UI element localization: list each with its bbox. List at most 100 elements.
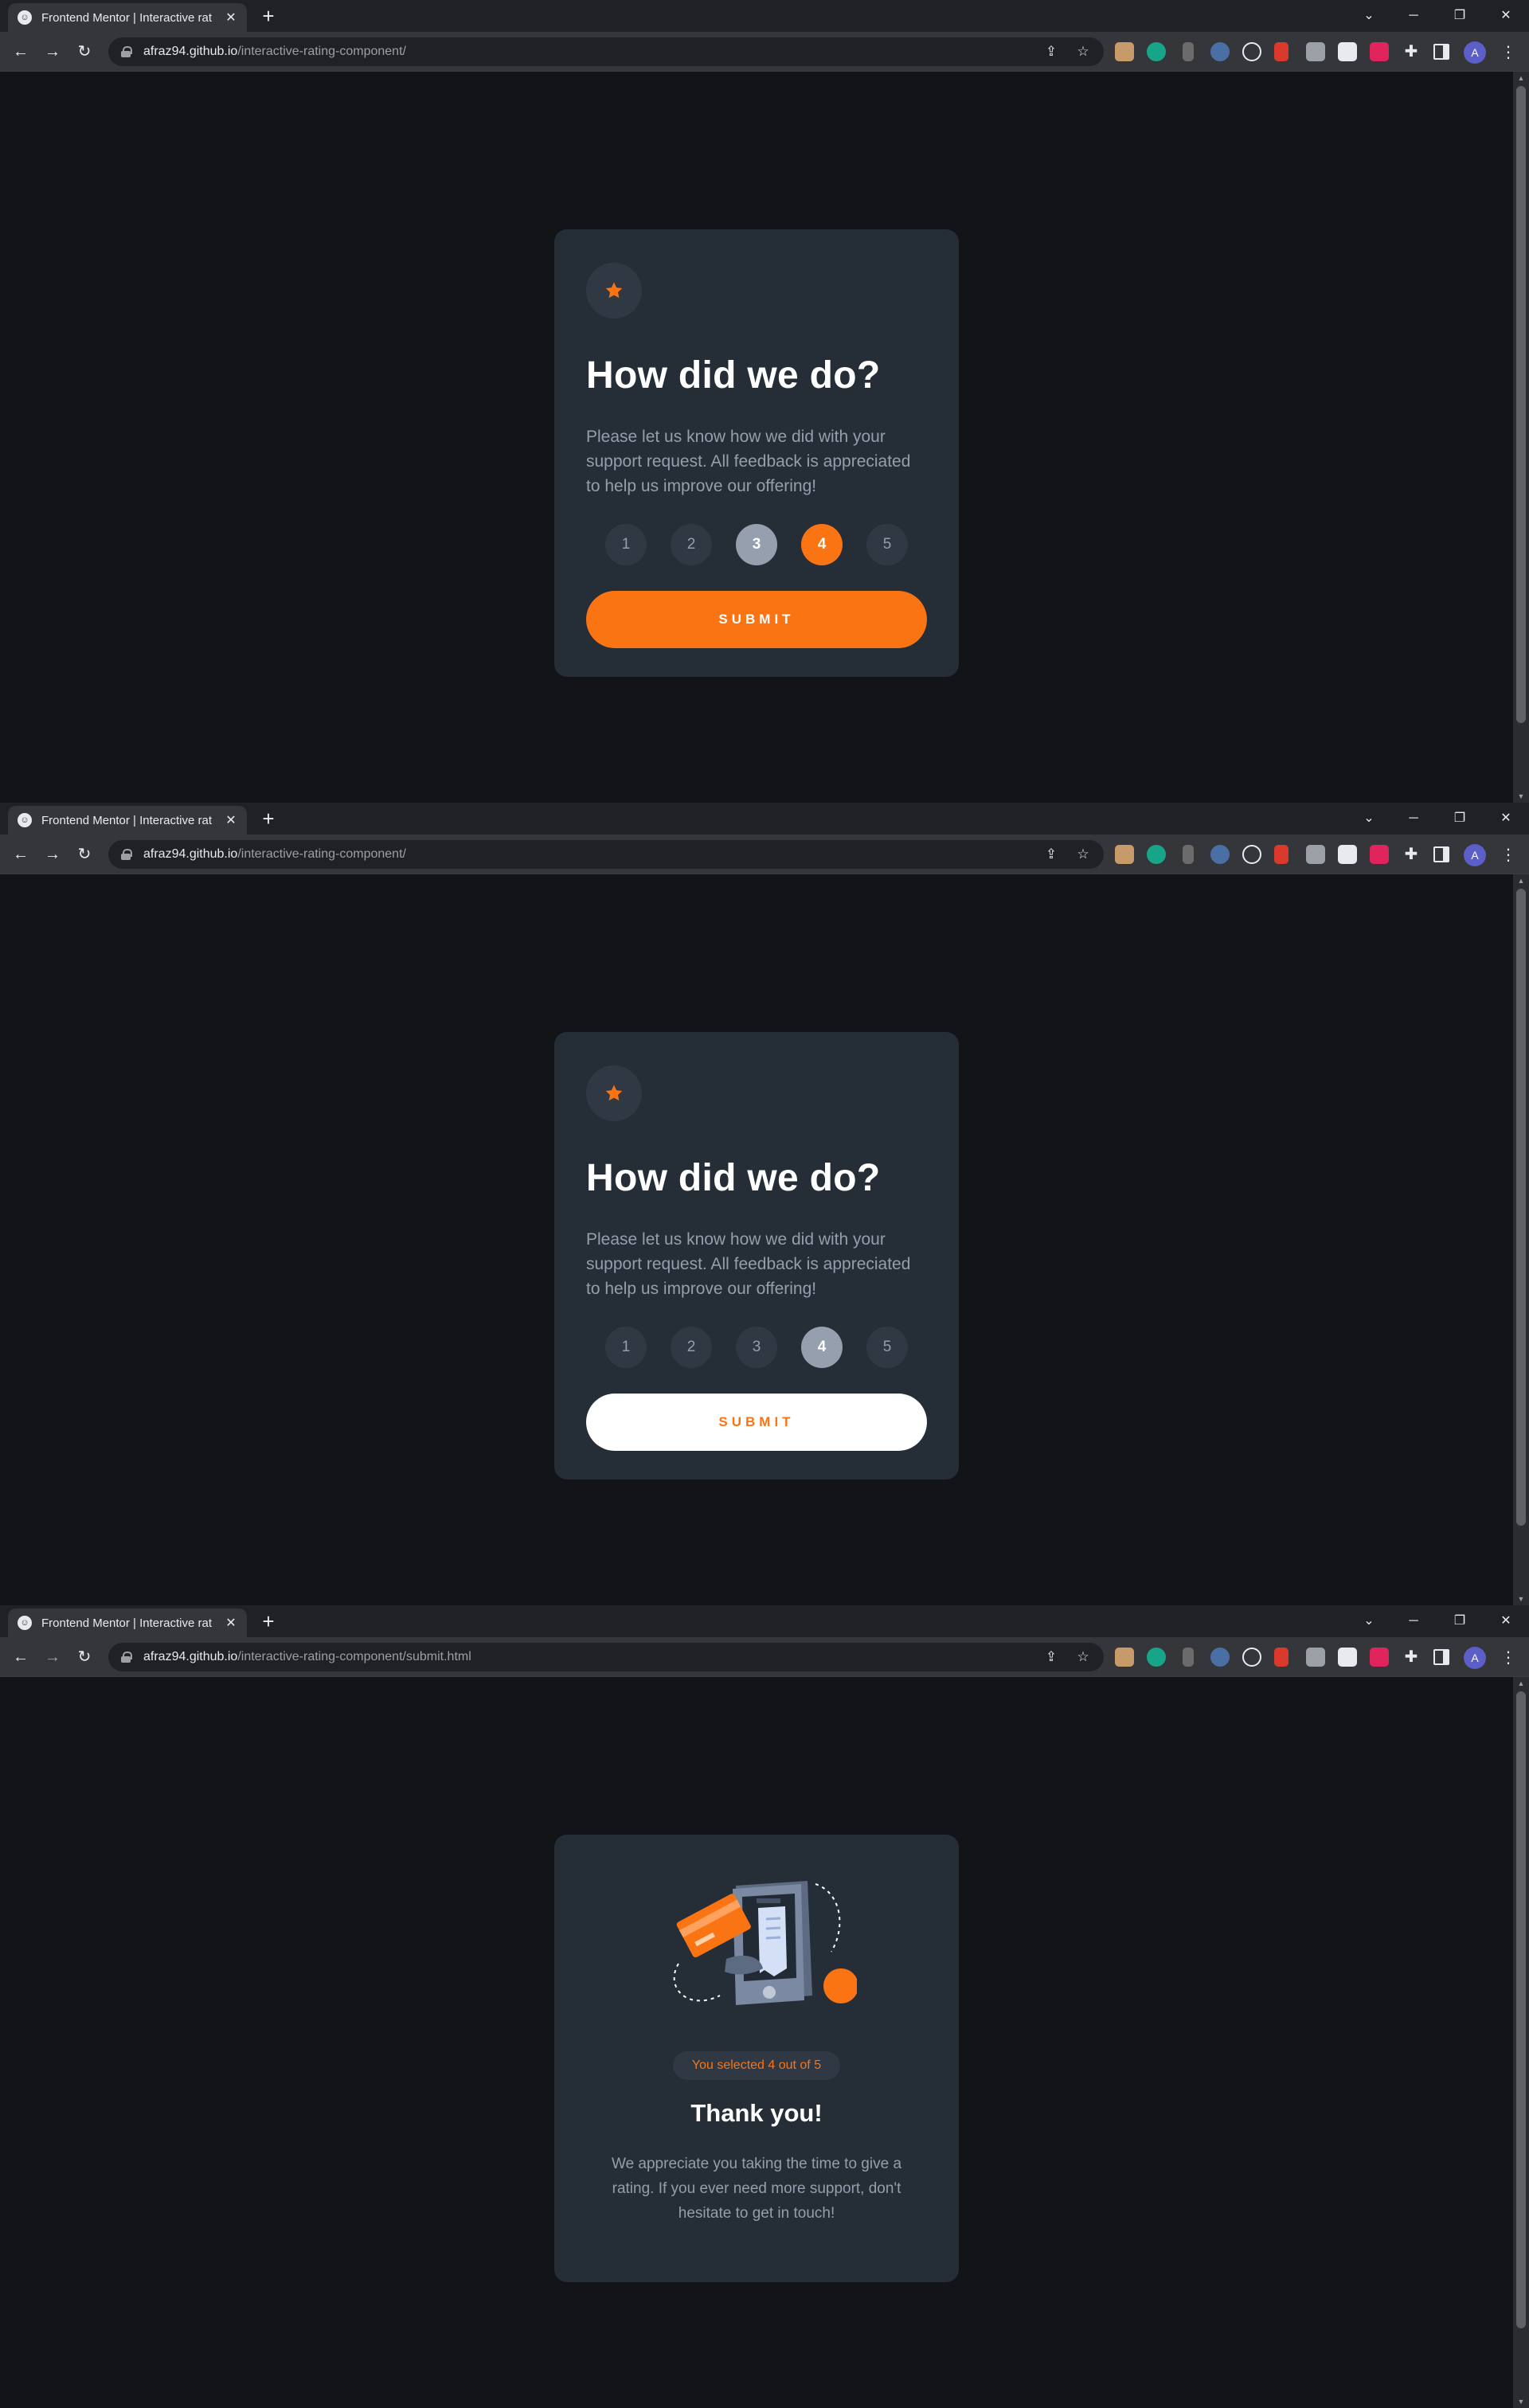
profile-avatar[interactable]: A (1464, 844, 1486, 866)
side-panel-icon[interactable] (1433, 44, 1449, 60)
restore-button[interactable]: ❐ (1441, 806, 1478, 831)
scroll-down-arrow-icon[interactable]: ▼ (1513, 1593, 1529, 1605)
back-icon[interactable]: ← (8, 39, 33, 64)
browser-menu-icon[interactable]: ⋮ (1499, 41, 1518, 64)
scroll-down-arrow-icon[interactable]: ▼ (1513, 2395, 1529, 2408)
browser-tab[interactable]: ☺ Frontend Mentor | Interactive rat ✕ (8, 1609, 247, 1637)
close-window-button[interactable]: ✕ (1488, 806, 1524, 831)
rating-option-2[interactable]: 2 (671, 1327, 712, 1368)
extension-icon[interactable] (1210, 845, 1230, 864)
rating-option-5[interactable]: 5 (866, 524, 908, 565)
extension-icon[interactable] (1274, 42, 1289, 61)
extensions-puzzle-icon[interactable]: ✚ (1402, 1648, 1421, 1667)
new-tab-button[interactable]: + (256, 807, 280, 831)
extension-icon[interactable] (1338, 845, 1357, 864)
bookmark-star-icon[interactable]: ☆ (1075, 44, 1091, 60)
scrollbar-thumb[interactable] (1516, 86, 1526, 723)
back-icon[interactable]: ← (8, 1644, 33, 1670)
lock-icon[interactable] (121, 1652, 132, 1663)
lock-icon[interactable] (121, 46, 132, 57)
profile-avatar[interactable]: A (1464, 1647, 1486, 1669)
url-text[interactable]: afraz94.github.io/interactive-rating-com… (143, 1650, 471, 1664)
tab-close-icon[interactable]: ✕ (225, 10, 237, 25)
submit-button[interactable]: SUBMIT (586, 591, 927, 648)
tab-search-icon[interactable]: ⌄ (1351, 3, 1387, 29)
extension-icon[interactable] (1306, 1648, 1325, 1667)
restore-button[interactable]: ❐ (1441, 3, 1478, 29)
side-panel-icon[interactable] (1433, 846, 1449, 862)
tab-close-icon[interactable]: ✕ (225, 1615, 237, 1631)
extension-icon[interactable] (1338, 42, 1357, 61)
extension-icon[interactable] (1274, 845, 1289, 864)
url-text[interactable]: afraz94.github.io/interactive-rating-com… (143, 45, 406, 59)
browser-tab[interactable]: ☺ Frontend Mentor | Interactive rat ✕ (8, 3, 247, 32)
extension-icon[interactable] (1210, 1648, 1230, 1667)
restore-button[interactable]: ❐ (1441, 1609, 1478, 1634)
browser-menu-icon[interactable]: ⋮ (1499, 1647, 1518, 1669)
reload-icon[interactable]: ↻ (72, 842, 97, 867)
submit-button[interactable]: SUBMIT (586, 1394, 927, 1451)
rating-option-3[interactable]: 3 (736, 524, 777, 565)
bookmark-star-icon[interactable]: ☆ (1075, 846, 1091, 862)
tab-close-icon[interactable]: ✕ (225, 812, 237, 828)
extension-icon[interactable] (1183, 1648, 1194, 1667)
scrollbar-thumb[interactable] (1516, 1691, 1526, 2328)
scrollbar[interactable]: ▲ ▼ (1513, 1677, 1529, 2408)
forward-icon[interactable]: → (40, 1644, 65, 1670)
browser-menu-icon[interactable]: ⋮ (1499, 844, 1518, 866)
tab-search-icon[interactable]: ⌄ (1351, 1609, 1387, 1634)
share-icon[interactable]: ⇪ (1043, 1649, 1059, 1665)
back-icon[interactable]: ← (8, 842, 33, 867)
extension-icon[interactable] (1147, 845, 1166, 864)
scroll-up-arrow-icon[interactable]: ▲ (1513, 1677, 1529, 1690)
rating-option-5[interactable]: 5 (866, 1327, 908, 1368)
tab-search-icon[interactable]: ⌄ (1351, 806, 1387, 831)
extension-icon[interactable] (1115, 1648, 1134, 1667)
new-tab-button[interactable]: + (256, 1610, 280, 1634)
share-icon[interactable]: ⇪ (1043, 44, 1059, 60)
rating-option-4[interactable]: 4 (801, 524, 843, 565)
rating-option-3[interactable]: 3 (736, 1327, 777, 1368)
extension-icon[interactable] (1370, 845, 1389, 864)
extension-icon[interactable] (1370, 42, 1389, 61)
forward-icon[interactable]: → (40, 842, 65, 867)
scroll-up-arrow-icon[interactable]: ▲ (1513, 874, 1529, 887)
extension-icon[interactable] (1115, 845, 1134, 864)
react-devtools-icon[interactable] (1242, 42, 1261, 61)
extensions-puzzle-icon[interactable]: ✚ (1402, 42, 1421, 61)
address-bar[interactable]: afraz94.github.io/interactive-rating-com… (108, 37, 1104, 66)
extension-icon[interactable] (1210, 42, 1230, 61)
address-bar[interactable]: afraz94.github.io/interactive-rating-com… (108, 1643, 1104, 1671)
minimize-button[interactable]: ─ (1395, 1609, 1432, 1634)
extension-icon[interactable] (1338, 1648, 1357, 1667)
extension-icon[interactable] (1306, 845, 1325, 864)
extension-icon[interactable] (1306, 42, 1325, 61)
react-devtools-icon[interactable] (1242, 845, 1261, 864)
scrollbar-thumb[interactable] (1516, 889, 1526, 1526)
address-bar[interactable]: afraz94.github.io/interactive-rating-com… (108, 840, 1104, 869)
reload-icon[interactable]: ↻ (72, 39, 97, 64)
profile-avatar[interactable]: A (1464, 41, 1486, 64)
close-window-button[interactable]: ✕ (1488, 3, 1524, 29)
rating-option-2[interactable]: 2 (671, 524, 712, 565)
scrollbar[interactable]: ▲ ▼ (1513, 72, 1529, 803)
rating-option-1[interactable]: 1 (605, 1327, 647, 1368)
react-devtools-icon[interactable] (1242, 1648, 1261, 1667)
scroll-down-arrow-icon[interactable]: ▼ (1513, 790, 1529, 803)
extension-icon[interactable] (1183, 845, 1194, 864)
share-icon[interactable]: ⇪ (1043, 846, 1059, 862)
new-tab-button[interactable]: + (256, 5, 280, 29)
extension-icon[interactable] (1274, 1648, 1289, 1667)
rating-option-4[interactable]: 4 (801, 1327, 843, 1368)
browser-tab[interactable]: ☺ Frontend Mentor | Interactive rat ✕ (8, 806, 247, 835)
lock-icon[interactable] (121, 849, 132, 860)
extensions-puzzle-icon[interactable]: ✚ (1402, 845, 1421, 864)
side-panel-icon[interactable] (1433, 1649, 1449, 1665)
reload-icon[interactable]: ↻ (72, 1644, 97, 1670)
extension-icon[interactable] (1147, 1648, 1166, 1667)
bookmark-star-icon[interactable]: ☆ (1075, 1649, 1091, 1665)
rating-option-1[interactable]: 1 (605, 524, 647, 565)
extension-icon[interactable] (1183, 42, 1194, 61)
extension-icon[interactable] (1370, 1648, 1389, 1667)
forward-icon[interactable]: → (40, 39, 65, 64)
